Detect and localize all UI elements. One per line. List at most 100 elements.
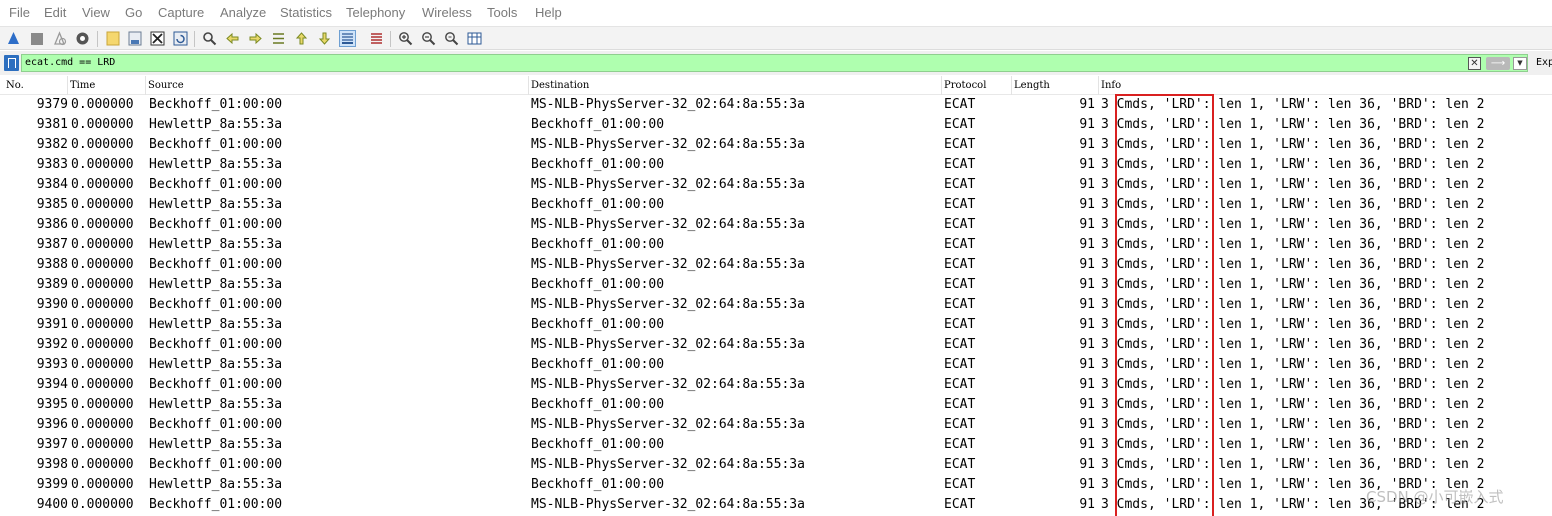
packet-source-cell: HewlettP_8a:55:3a (149, 117, 283, 132)
stop-capture-icon[interactable] (28, 30, 45, 47)
packet-row[interactable]: 9388 0.000000 Beckhoff_01:00:00 MS-NLB-Phys… (0, 255, 1552, 275)
restart-capture-icon[interactable] (51, 30, 68, 47)
save-file-icon[interactable] (126, 30, 143, 47)
column-header-source[interactable]: Source (145, 76, 528, 95)
packet-no-cell: 9387 (36, 237, 68, 252)
menu-wireless[interactable]: Wireless (422, 5, 472, 20)
packet-source-cell: HewlettP_8a:55:3a (149, 477, 283, 492)
packet-length-cell: 91 (1079, 257, 1095, 272)
packet-length-cell: 91 (1079, 197, 1095, 212)
close-file-icon[interactable] (149, 30, 166, 47)
toolbar-separator (390, 31, 391, 47)
packet-time-cell: 0.000000 (71, 97, 134, 112)
packet-destination-cell: Beckhoff_01:00:00 (531, 397, 665, 412)
packet-row[interactable]: 9383 0.000000 HewlettP_8a:55:3a Beckhoff_01… (0, 155, 1552, 175)
packet-length-cell: 91 (1079, 357, 1095, 372)
packet-protocol-cell: ECAT (944, 477, 976, 492)
display-filter-bar: ecat.cmd == LRD ✕ ⟶ ▼ Exp (0, 51, 1552, 75)
column-header-length[interactable]: Length (1011, 76, 1098, 95)
packet-info-cell: 3 Cmds, 'LRD': len 1, 'LRW': len 36, 'BR… (1101, 397, 1485, 412)
packet-row[interactable]: 9390 0.000000 Beckhoff_01:00:00 MS-NLB-Phys… (0, 295, 1552, 315)
packet-row[interactable]: 9389 0.000000 HewlettP_8a:55:3a Beckhoff_01… (0, 275, 1552, 295)
packet-row[interactable]: 9400 0.000000 Beckhoff_01:00:00 MS-NLB-Phys… (0, 495, 1552, 515)
column-header-no[interactable]: No. (4, 76, 67, 95)
packet-no-cell: 9382 (36, 137, 68, 152)
packet-row[interactable]: 9384 0.000000 Beckhoff_01:00:00 MS-NLB-Phys… (0, 175, 1552, 195)
packet-row[interactable]: 9391 0.000000 HewlettP_8a:55:3a Beckhoff_01… (0, 315, 1552, 335)
menu-capture[interactable]: Capture (158, 5, 204, 20)
normal-size-icon[interactable] (443, 30, 460, 47)
menu-edit[interactable]: Edit (44, 5, 66, 20)
packet-row[interactable]: 9387 0.000000 HewlettP_8a:55:3a Beckhoff_01… (0, 235, 1552, 255)
packet-destination-cell: Beckhoff_01:00:00 (531, 157, 665, 172)
packet-destination-cell: MS-NLB-PhysServer-32_02:64:8a:55:3a (531, 217, 805, 232)
capture-options-icon[interactable] (74, 30, 91, 47)
apply-filter-icon[interactable]: ⟶ (1486, 57, 1510, 70)
packet-row[interactable]: 9399 0.000000 HewlettP_8a:55:3a Beckhoff_01… (0, 475, 1552, 495)
first-packet-icon[interactable] (293, 30, 310, 47)
column-header-info[interactable]: Info (1098, 76, 1552, 95)
go-back-icon[interactable] (224, 30, 241, 47)
zoom-out-icon[interactable] (420, 30, 437, 47)
packet-length-cell: 91 (1079, 277, 1095, 292)
packet-info-cell: 3 Cmds, 'LRD': len 1, 'LRW': len 36, 'BR… (1101, 237, 1485, 252)
expression-button[interactable]: Exp (1536, 57, 1552, 68)
chevron-down-icon[interactable]: ▼ (1513, 57, 1527, 70)
packet-info-cell: 3 Cmds, 'LRD': len 1, 'LRW': len 36, 'BR… (1101, 437, 1485, 452)
menu-view[interactable]: View (82, 5, 110, 20)
column-header-time[interactable]: Time (67, 76, 145, 95)
packet-row[interactable]: 9398 0.000000 Beckhoff_01:00:00 MS-NLB-Phys… (0, 455, 1552, 475)
start-capture-icon[interactable] (5, 30, 22, 47)
go-to-packet-icon[interactable] (270, 30, 287, 47)
menu-telephony[interactable]: Telephony (346, 5, 405, 20)
packet-row[interactable]: 9381 0.000000 HewlettP_8a:55:3a Beckhoff_01… (0, 115, 1552, 135)
last-packet-icon[interactable] (316, 30, 333, 47)
packet-protocol-cell: ECAT (944, 237, 976, 252)
packet-source-cell: HewlettP_8a:55:3a (149, 357, 283, 372)
packet-length-cell: 91 (1079, 157, 1095, 172)
packet-row[interactable]: 9379 0.000000 Beckhoff_01:00:00 MS-NLB-Phys… (0, 95, 1552, 115)
packet-destination-cell: Beckhoff_01:00:00 (531, 437, 665, 452)
packet-row[interactable]: 9395 0.000000 HewlettP_8a:55:3a Beckhoff_01… (0, 395, 1552, 415)
packet-row[interactable]: 9392 0.000000 Beckhoff_01:00:00 MS-NLB-Phys… (0, 335, 1552, 355)
go-forward-icon[interactable] (247, 30, 264, 47)
toolbar-separator (194, 31, 195, 47)
packet-protocol-cell: ECAT (944, 137, 976, 152)
packet-no-cell: 9386 (36, 217, 68, 232)
packet-row[interactable]: 9386 0.000000 Beckhoff_01:00:00 MS-NLB-Phys… (0, 215, 1552, 235)
menu-analyze[interactable]: Analyze (220, 5, 266, 20)
zoom-in-icon[interactable] (397, 30, 414, 47)
packet-time-cell: 0.000000 (71, 397, 134, 412)
packet-row[interactable]: 9396 0.000000 Beckhoff_01:00:00 MS-NLB-Phys… (0, 415, 1552, 435)
menu-go[interactable]: Go (125, 5, 142, 20)
open-file-icon[interactable] (104, 30, 121, 47)
column-header-destination[interactable]: Destination (528, 76, 941, 95)
packet-protocol-cell: ECAT (944, 357, 976, 372)
bookmark-icon[interactable] (4, 55, 19, 71)
packet-list[interactable]: No. Time Source Destination Protocol Len… (0, 76, 1552, 516)
packet-row[interactable]: 9393 0.000000 HewlettP_8a:55:3a Beckhoff_01… (0, 355, 1552, 375)
packet-time-cell: 0.000000 (71, 417, 134, 432)
menu-file[interactable]: File (9, 5, 30, 20)
menu-bar: File Edit View Go Capture Analyze Statis… (0, 0, 1552, 26)
menu-help[interactable]: Help (535, 5, 562, 20)
packet-row[interactable]: 9382 0.000000 Beckhoff_01:00:00 MS-NLB-Phys… (0, 135, 1552, 155)
packet-no-cell: 9396 (36, 417, 68, 432)
display-filter-input[interactable]: ecat.cmd == LRD (21, 54, 1528, 72)
packet-protocol-cell: ECAT (944, 377, 976, 392)
colorize-icon[interactable] (368, 30, 385, 47)
find-packet-icon[interactable] (201, 30, 218, 47)
menu-tools[interactable]: Tools (487, 5, 517, 20)
packet-row[interactable]: 9394 0.000000 Beckhoff_01:00:00 MS-NLB-Phys… (0, 375, 1552, 395)
menu-statistics[interactable]: Statistics (280, 5, 332, 20)
autoscroll-icon[interactable] (339, 30, 356, 47)
reload-file-icon[interactable] (172, 30, 189, 47)
packet-no-cell: 9384 (36, 177, 68, 192)
resize-columns-icon[interactable] (466, 30, 483, 47)
packet-source-cell: Beckhoff_01:00:00 (149, 297, 283, 312)
packet-time-cell: 0.000000 (71, 357, 134, 372)
column-header-protocol[interactable]: Protocol (941, 76, 1011, 95)
packet-row[interactable]: 9385 0.000000 HewlettP_8a:55:3a Beckhoff_01… (0, 195, 1552, 215)
clear-filter-icon[interactable]: ✕ (1468, 57, 1481, 70)
packet-row[interactable]: 9397 0.000000 HewlettP_8a:55:3a Beckhoff_01… (0, 435, 1552, 455)
